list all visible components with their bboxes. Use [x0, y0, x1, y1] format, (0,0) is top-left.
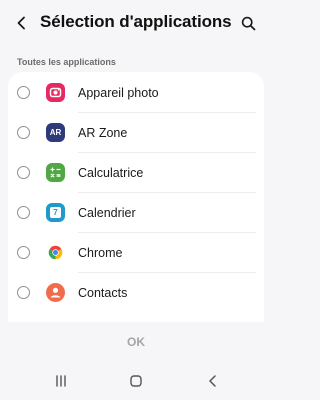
chrome-icon	[46, 243, 65, 262]
calculator-icon	[46, 163, 65, 182]
list-item-ar-zone[interactable]: AR AR Zone	[8, 113, 264, 153]
app-name: Calendrier	[78, 206, 136, 220]
home-icon[interactable]	[128, 373, 144, 389]
header: Sélection d'applications	[0, 0, 272, 46]
radio-button[interactable]	[17, 246, 30, 259]
app-name: AR Zone	[78, 126, 128, 140]
app-name: Contacts	[78, 286, 128, 300]
navigation-bar	[0, 362, 272, 400]
section-label: Toutes les applications	[17, 57, 116, 67]
radio-button[interactable]	[17, 86, 30, 99]
app-name: Appareil photo	[78, 86, 159, 100]
radio-button[interactable]	[17, 166, 30, 179]
list-item-appareil-photo[interactable]: Appareil photo	[8, 73, 264, 113]
radio-button[interactable]	[17, 286, 30, 299]
app-name: Chrome	[78, 246, 123, 260]
app-name: Calculatrice	[78, 166, 144, 180]
camera-icon	[46, 83, 65, 102]
page-title: Sélection d'applications	[40, 12, 232, 31]
ar-zone-icon: AR	[46, 123, 65, 142]
contacts-icon	[46, 283, 65, 302]
list-item-chrome[interactable]: Chrome	[8, 233, 264, 273]
app-list: Appareil photo AR AR Zone Calculatrice 7…	[8, 72, 264, 322]
nav-back-icon[interactable]	[205, 373, 221, 389]
app-selection-screen: Sélection d'applications Toutes les appl…	[0, 0, 272, 400]
ar-zone-icon-text: AR	[49, 128, 62, 137]
list-item-contacts[interactable]: Contacts	[8, 273, 264, 313]
list-item-calculatrice[interactable]: Calculatrice	[8, 153, 264, 193]
footer: OK	[0, 322, 272, 362]
back-arrow-icon[interactable]	[10, 11, 34, 35]
search-icon[interactable]	[236, 11, 260, 35]
recents-icon[interactable]	[53, 373, 69, 389]
radio-button[interactable]	[17, 206, 30, 219]
calendar-icon-text: 7	[53, 207, 58, 217]
ok-button[interactable]: OK	[106, 331, 166, 353]
radio-button[interactable]	[17, 126, 30, 139]
list-item-calendrier[interactable]: 7 Calendrier	[8, 193, 264, 233]
calendar-icon: 7	[46, 203, 65, 222]
